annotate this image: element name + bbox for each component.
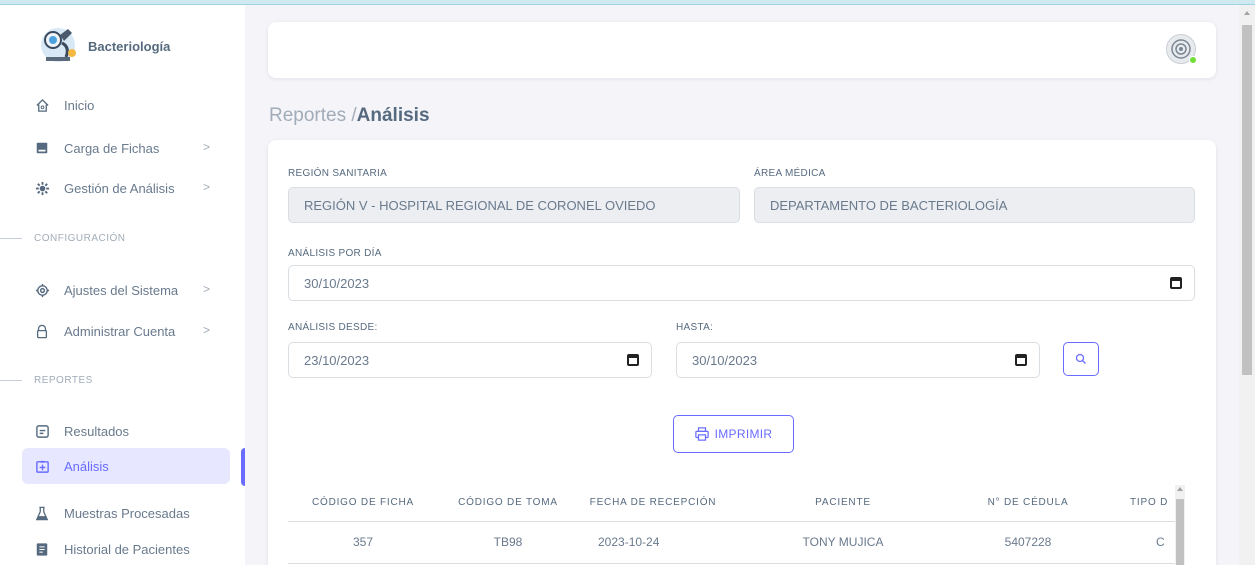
sidebar-item-label: Muestras Procesadas [64,505,190,521]
brand-name: Bacteriología [88,38,171,54]
sidebar-item-label: Administrar Cuenta [64,323,176,339]
sidebar-item-historial-de-pacientes[interactable]: Historial de Pacientes [22,531,230,565]
table-cell: 2023-10-24 [578,521,728,564]
sidebar-item-resultados[interactable]: Resultados [22,413,230,449]
calendar-icon[interactable] [627,354,639,366]
print-button[interactable]: IMPRIMIR [673,415,794,453]
to-date-input[interactable]: 30/10/2023 [676,342,1040,378]
sidebar-item-label: Gestión de Análisis [64,180,175,196]
sidebar-item-analisis[interactable]: Análisis [22,448,230,484]
table-row[interactable]: 357 TB98 2023-10-24 TONY MUJICA 5407228 … [288,521,1185,564]
home-icon [34,97,50,113]
section-divider [0,238,22,239]
online-status-dot [1189,56,1197,64]
scroll-up-arrow-icon[interactable] [1177,487,1183,491]
active-indicator [241,448,245,486]
area-label: ÁREA MÉDICA [754,168,826,179]
top-navbar [268,22,1216,78]
sidebar-item-label: Resultados [64,423,130,439]
microscope-logo-icon [41,28,76,62]
from-label: ANÁLISIS DESDE: [288,322,378,333]
scroll-up-arrow-icon[interactable] [1244,11,1250,15]
chevron-right-icon: > [202,282,210,296]
day-label: ANÁLISIS POR DÍA [288,248,382,259]
breadcrumb: Reportes / [269,105,357,126]
to-label: HASTA: [676,322,714,333]
file-icon [34,140,50,156]
table-scrollbar[interactable] [1175,485,1185,565]
section-divider [0,380,22,381]
page-title: Reportes /Análisis [269,105,430,127]
message-icon [34,423,50,439]
sidebar-item-inicio[interactable]: Inicio [22,87,230,123]
sidebar-item-label: Historial de Pacientes [64,541,190,557]
column-header[interactable]: PACIENTE [728,485,958,522]
calendar-icon[interactable] [1170,277,1182,289]
table-header-row: CÓDIGO DE FICHA CÓDIGO DE TOMA FECHA DE … [288,485,1185,522]
settings-icon [34,282,50,298]
sidebar-item-label: Análisis [64,458,109,474]
from-date-input[interactable]: 23/10/2023 [288,342,652,378]
table-cell: TONY MUJICA [728,521,958,564]
table-cell: 5407228 [958,521,1098,564]
column-header[interactable]: CÓDIGO DE TOMA [438,485,578,522]
section-header-reportes: REPORTES [0,375,93,386]
brand[interactable]: Bacteriología [38,23,170,69]
scrollbar-thumb[interactable] [1176,499,1184,565]
clipboard-icon [34,458,50,474]
section-header-configuracion: CONFIGURACIÓN [0,233,126,244]
sidebar-item-administrar-cuenta[interactable]: Administrar Cuenta > [22,313,230,349]
sidebar-item-label: Carga de Fichas [64,140,160,156]
sidebar-item-ajustes-del-sistema[interactable]: Ajustes del Sistema > [22,272,230,308]
sidebar-item-label: Inicio [64,97,95,113]
calendar-icon[interactable] [1015,354,1027,366]
page-heading: Análisis [356,105,430,126]
area-field: DEPARTAMENTO DE BACTERIOLOGÍA [754,187,1195,223]
scrollbar-thumb[interactable] [1242,25,1252,375]
column-header[interactable]: N° DE CÉDULA [958,485,1098,522]
lock-icon [34,323,50,339]
column-header[interactable]: CÓDIGO DE FICHA [288,485,438,522]
sidebar-item-carga-de-fichas[interactable]: Carga de Fichas > [22,130,230,166]
sidebar-item-muestras-procesadas[interactable]: Muestras Procesadas [22,495,230,531]
region-field: REGIÓN V - HOSPITAL REGIONAL DE CORONEL … [288,187,740,223]
chevron-right-icon: > [202,180,210,194]
chevron-right-icon: > [202,323,210,337]
table-cell: 357 [288,521,438,564]
sidebar-item-gestion-de-analisis[interactable]: Gestión de Análisis > [22,170,230,206]
page-scrollbar[interactable] [1239,5,1255,565]
search-icon [1075,353,1086,364]
search-button[interactable] [1063,342,1099,376]
analysis-day-date-input[interactable]: 30/10/2023 [288,265,1195,301]
cog-icon [34,180,50,196]
sidebar: Bacteriología Inicio Carga de Fichas > G… [0,5,245,565]
chevron-right-icon: > [202,140,210,154]
table-cell: TB98 [438,521,578,564]
column-header[interactable]: FECHA DE RECEPCIÓN [578,485,728,522]
sidebar-item-label: Ajustes del Sistema [64,282,179,298]
analysis-table: CÓDIGO DE FICHA CÓDIGO DE TOMA FECHA DE … [288,485,1185,565]
printer-icon [694,427,709,441]
region-label: REGIÓN SANITARIA [288,168,388,179]
report-card: REGIÓN SANITARIA REGIÓN V - HOSPITAL REG… [268,140,1216,565]
table-cell: C [1098,521,1185,564]
column-header[interactable]: TIPO D [1098,485,1185,522]
book-icon [34,541,50,557]
flask-icon [34,505,50,521]
